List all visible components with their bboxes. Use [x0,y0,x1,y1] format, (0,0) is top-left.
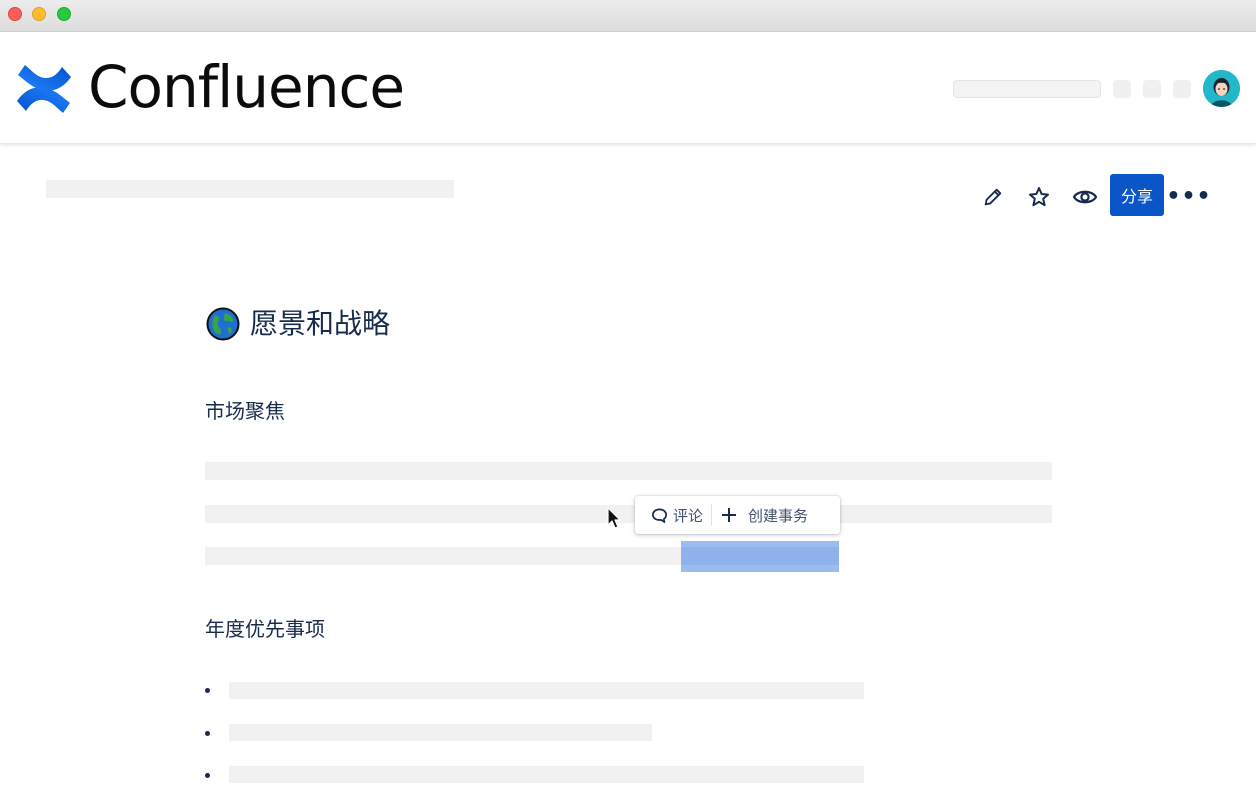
user-avatar-icon [1203,70,1240,107]
avatar[interactable] [1203,70,1240,107]
edit-button[interactable] [978,182,1008,212]
watch-button[interactable] [1070,182,1100,212]
app-header: Confluence [0,33,1256,143]
breadcrumb[interactable] [46,180,454,198]
header-button-2[interactable] [1143,80,1161,98]
window-titlebar [0,0,1256,32]
list-item [229,682,864,699]
share-button[interactable]: 分享 [1110,174,1164,216]
close-window-button[interactable] [8,7,22,21]
create-issue-label: 创建事务 [748,506,809,525]
mouse-pointer-icon [607,507,621,529]
pencil-icon [984,188,1002,206]
minimize-window-button[interactable] [32,7,46,21]
list-item [229,766,864,783]
plus-icon [722,508,737,522]
search-input[interactable] [953,80,1101,98]
brand-name: Confluence [88,53,405,121]
text-line [205,547,681,565]
header-button-3[interactable] [1173,80,1191,98]
confluence-logo-icon[interactable] [14,61,74,117]
page-title-text: 愿景和战略 [250,307,391,340]
eye-icon [1072,190,1098,204]
text-line [205,505,1052,523]
more-icon: ••• [1166,183,1212,209]
section-heading-market-focus: 市场聚焦 [205,399,285,423]
star-icon [1029,187,1049,207]
list-bullet [205,688,210,693]
list-bullet [205,773,210,778]
star-button[interactable] [1024,182,1054,212]
header-button-1[interactable] [1113,80,1131,98]
more-actions-button[interactable]: ••• [1166,184,1210,209]
comment-button[interactable]: 评论 [635,496,711,534]
zoom-window-button[interactable] [57,7,71,21]
list-bullet [205,731,210,736]
text-selection-line [681,547,839,565]
globe-icon [206,307,240,341]
text-line [205,462,1052,480]
list-item [229,724,652,741]
section-heading-annual-priorities: 年度优先事项 [205,617,325,641]
create-issue-button[interactable]: 创建事务 [712,496,816,534]
comment-label: 评论 [673,506,704,525]
comment-icon [652,508,667,523]
inline-selection-toolbar: 评论 创建事务 [635,496,840,534]
page-title: 愿景和战略 [206,305,390,343]
